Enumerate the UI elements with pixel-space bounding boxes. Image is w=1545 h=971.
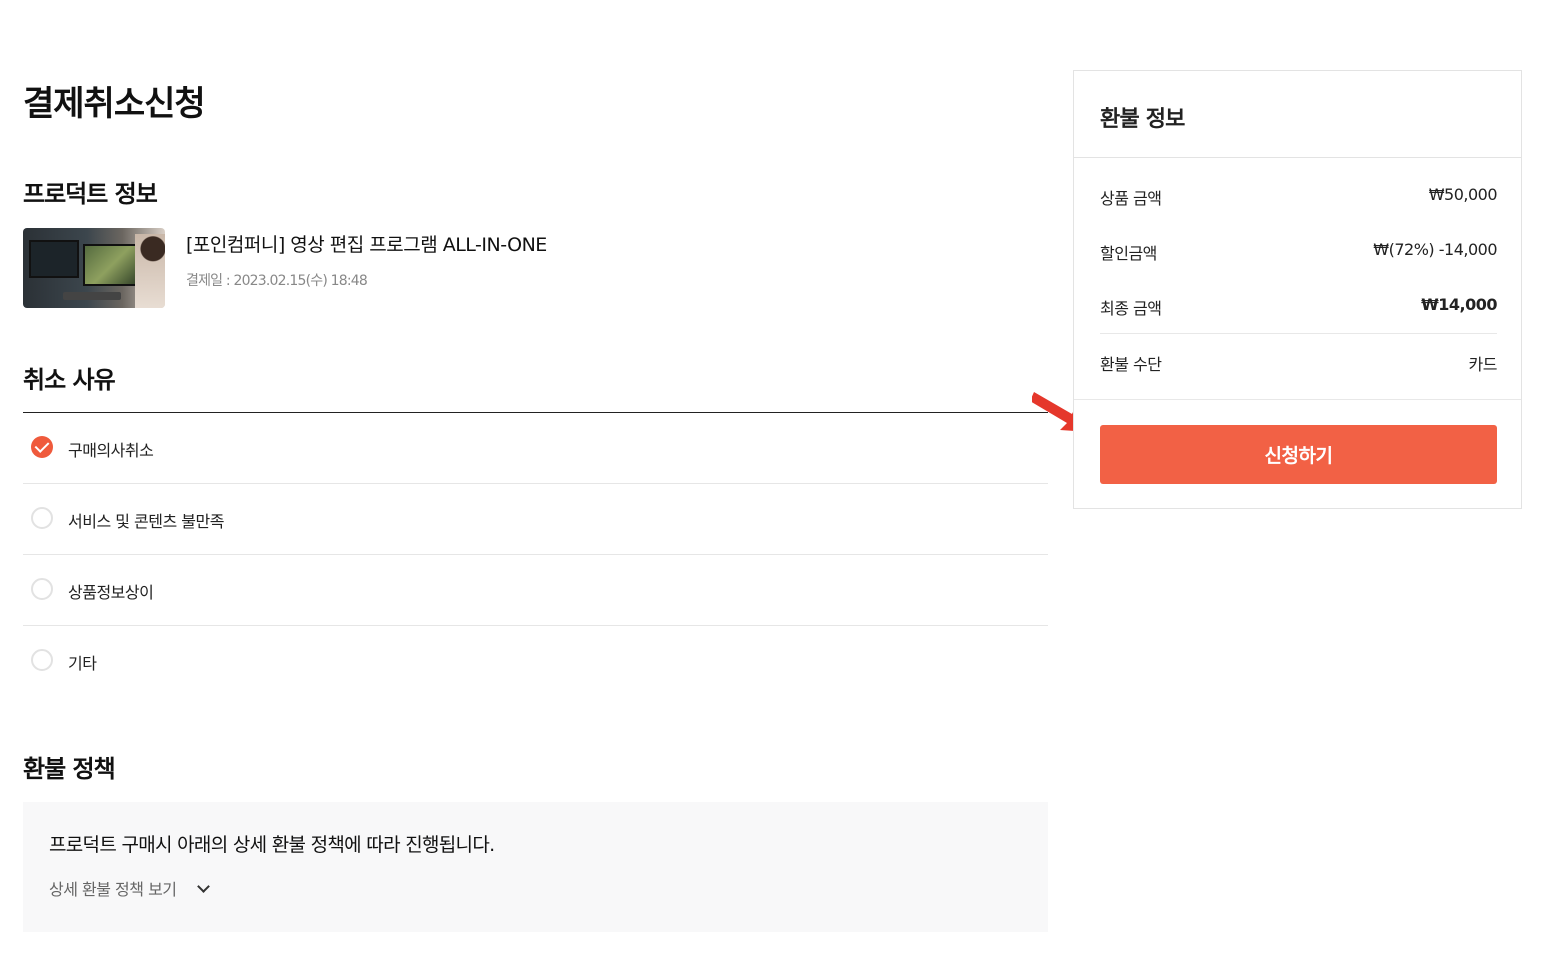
refund-info-panel: 환불 정보 상품 금액 ₩50,000 할인금액 ₩(72%) -14,000 … <box>1073 70 1522 509</box>
product-section-title: 프로덕트 정보 <box>23 180 158 208</box>
row-value: ₩50,000 <box>1428 185 1498 204</box>
row-label: 할인금액 <box>1100 244 1157 263</box>
payment-date: 결제일 : 2023.02.15(수) 18:48 <box>186 273 368 289</box>
radio-unchecked-icon[interactable] <box>31 578 53 600</box>
product-title[interactable]: [포인컴퍼니] 영상 편집 프로그램 ALL-IN-ONE <box>186 230 547 257</box>
reason-label[interactable]: 서비스 및 콘텐츠 불만족 <box>68 508 224 532</box>
reason-option-product-info-mismatch[interactable]: 상품정보상이 <box>23 555 1048 626</box>
submit-button[interactable]: 신청하기 <box>1100 425 1497 484</box>
panel-title: 환불 정보 <box>1100 107 1185 132</box>
panel-header: 환불 정보 <box>1074 71 1521 158</box>
policy-description: 프로덕트 구매시 아래의 상세 환불 정책에 따라 진행됩니다. <box>49 834 495 856</box>
product-amount-row: 상품 금액 ₩50,000 <box>1100 185 1498 209</box>
row-value: ₩14,000 <box>1421 295 1497 314</box>
reason-option-purchase-cancel[interactable]: 구매의사취소 <box>23 413 1048 484</box>
reason-label[interactable]: 상품정보상이 <box>68 579 154 603</box>
policy-section-title: 환불 정책 <box>23 755 116 783</box>
cancel-reason-list: 구매의사취소 서비스 및 콘텐츠 불만족 상품정보상이 기타 <box>23 412 1048 696</box>
row-value: 카드 <box>1468 355 1498 374</box>
divider <box>1100 333 1497 334</box>
row-label: 최종 금액 <box>1100 299 1162 318</box>
policy-detail-toggle[interactable]: 상세 환불 정책 보기 <box>49 876 210 900</box>
row-label: 환불 수단 <box>1100 355 1162 374</box>
policy-detail-label[interactable]: 상세 환불 정책 보기 <box>49 880 177 899</box>
reason-option-other[interactable]: 기타 <box>23 626 1048 696</box>
reason-option-service-dissatisfied[interactable]: 서비스 및 콘텐츠 불만족 <box>23 484 1048 555</box>
radio-unchecked-icon[interactable] <box>31 507 53 529</box>
row-value: ₩(72%) -14,000 <box>1373 240 1497 259</box>
product-card: [포인컴퍼니] 영상 편집 프로그램 ALL-IN-ONE 결제일 : 2023… <box>23 228 1048 308</box>
refund-policy-box: 프로덕트 구매시 아래의 상세 환불 정책에 따라 진행됩니다. 상세 환불 정… <box>23 802 1048 932</box>
final-amount-row: 최종 금액 ₩14,000 <box>1100 295 1497 319</box>
radio-unchecked-icon[interactable] <box>31 649 53 671</box>
radio-checked-icon[interactable] <box>31 436 53 458</box>
page-title: 결제취소신청 <box>23 84 206 124</box>
product-thumbnail <box>23 228 165 308</box>
discount-amount-row: 할인금액 ₩(72%) -14,000 <box>1100 240 1497 264</box>
row-label: 상품 금액 <box>1100 189 1162 208</box>
reason-label[interactable]: 구매의사취소 <box>68 437 154 461</box>
reason-label[interactable]: 기타 <box>68 650 97 674</box>
divider <box>1074 399 1521 400</box>
chevron-down-icon[interactable] <box>196 880 210 893</box>
reason-section-title: 취소 사유 <box>23 366 116 394</box>
refund-method-row: 환불 수단 카드 <box>1100 351 1498 375</box>
